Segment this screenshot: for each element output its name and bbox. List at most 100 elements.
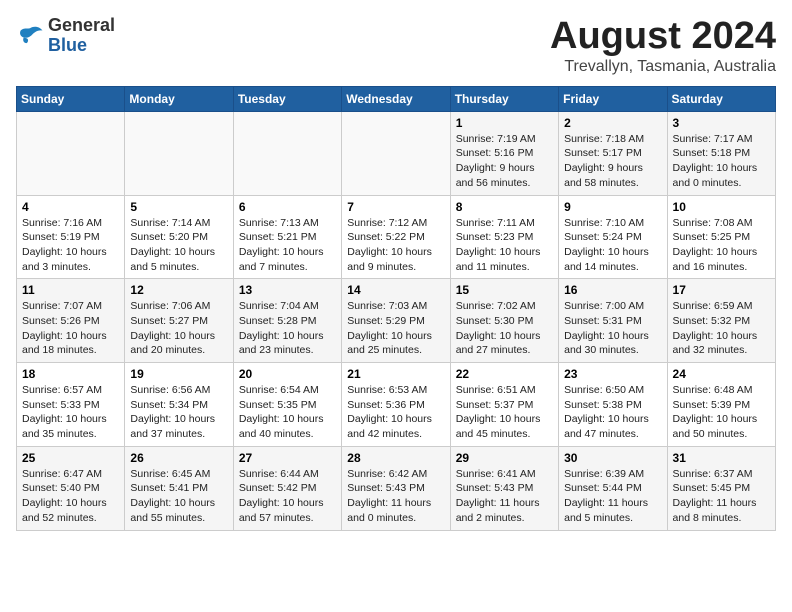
calendar-day-cell [17, 111, 125, 195]
day-info: Sunrise: 7:08 AMSunset: 5:25 PMDaylight:… [673, 216, 770, 275]
calendar-day-cell: 4 Sunrise: 7:16 AMSunset: 5:19 PMDaylight… [17, 195, 125, 279]
day-info: Sunrise: 7:19 AMSunset: 5:16 PMDaylight:… [456, 132, 553, 191]
day-info: Sunrise: 7:11 AMSunset: 5:23 PMDaylight:… [456, 216, 553, 275]
day-of-week-header: Wednesday [342, 86, 450, 111]
day-number: 24 [673, 367, 770, 381]
day-number: 19 [130, 367, 227, 381]
logo-bird-icon [16, 24, 44, 48]
day-info: Sunrise: 6:57 AMSunset: 5:33 PMDaylight:… [22, 383, 119, 442]
day-number: 14 [347, 283, 444, 297]
calendar-day-cell [125, 111, 233, 195]
calendar-day-cell [342, 111, 450, 195]
calendar-table: SundayMondayTuesdayWednesdayThursdayFrid… [16, 86, 776, 531]
calendar-day-cell: 25 Sunrise: 6:47 AMSunset: 5:40 PMDayligh… [17, 446, 125, 530]
day-number: 2 [564, 116, 661, 130]
day-number: 9 [564, 200, 661, 214]
day-info: Sunrise: 7:00 AMSunset: 5:31 PMDaylight:… [564, 299, 661, 358]
day-number: 29 [456, 451, 553, 465]
day-info: Sunrise: 6:45 AMSunset: 5:41 PMDaylight:… [130, 467, 227, 526]
calendar-day-cell: 18 Sunrise: 6:57 AMSunset: 5:33 PMDayligh… [17, 363, 125, 447]
day-info: Sunrise: 7:03 AMSunset: 5:29 PMDaylight:… [347, 299, 444, 358]
calendar-day-cell: 22 Sunrise: 6:51 AMSunset: 5:37 PMDayligh… [450, 363, 558, 447]
calendar-day-cell: 16 Sunrise: 7:00 AMSunset: 5:31 PMDayligh… [559, 279, 667, 363]
month-year-title: August 2024 [550, 16, 776, 58]
day-info: Sunrise: 7:04 AMSunset: 5:28 PMDaylight:… [239, 299, 336, 358]
day-info: Sunrise: 7:12 AMSunset: 5:22 PMDaylight:… [347, 216, 444, 275]
day-of-week-header: Friday [559, 86, 667, 111]
day-info: Sunrise: 7:17 AMSunset: 5:18 PMDaylight:… [673, 132, 770, 191]
day-number: 4 [22, 200, 119, 214]
calendar-day-cell: 10Sunrise: 7:08 AMSunset: 5:25 PMDayligh… [667, 195, 775, 279]
day-number: 13 [239, 283, 336, 297]
calendar-day-cell: 19 Sunrise: 6:56 AMSunset: 5:34 PMDayligh… [125, 363, 233, 447]
day-number: 7 [347, 200, 444, 214]
calendar-day-cell: 11Sunrise: 7:07 AMSunset: 5:26 PMDayligh… [17, 279, 125, 363]
day-number: 8 [456, 200, 553, 214]
calendar-day-cell: 21Sunrise: 6:53 AMSunset: 5:36 PMDayligh… [342, 363, 450, 447]
day-info: Sunrise: 7:14 AMSunset: 5:20 PMDaylight:… [130, 216, 227, 275]
day-of-week-header: Thursday [450, 86, 558, 111]
day-number: 6 [239, 200, 336, 214]
calendar-day-cell: 28Sunrise: 6:42 AMSunset: 5:43 PMDayligh… [342, 446, 450, 530]
day-number: 5 [130, 200, 227, 214]
calendar-week-row: 18 Sunrise: 6:57 AMSunset: 5:33 PMDayligh… [17, 363, 776, 447]
calendar-day-cell: 20 Sunrise: 6:54 AMSunset: 5:35 PMDayligh… [233, 363, 341, 447]
calendar-day-cell: 24 Sunrise: 6:48 AMSunset: 5:39 PMDayligh… [667, 363, 775, 447]
calendar-week-row: 1 Sunrise: 7:19 AMSunset: 5:16 PMDaylight… [17, 111, 776, 195]
day-number: 26 [130, 451, 227, 465]
day-number: 15 [456, 283, 553, 297]
day-number: 20 [239, 367, 336, 381]
day-number: 22 [456, 367, 553, 381]
title-block: August 2024 Trevallyn, Tasmania, Austral… [550, 16, 776, 76]
calendar-day-cell: 14 Sunrise: 7:03 AMSunset: 5:29 PMDayligh… [342, 279, 450, 363]
day-number: 30 [564, 451, 661, 465]
day-number: 11 [22, 283, 119, 297]
day-number: 23 [564, 367, 661, 381]
day-info: Sunrise: 6:42 AMSunset: 5:43 PMDaylight:… [347, 467, 444, 526]
day-info: Sunrise: 7:10 AMSunset: 5:24 PMDaylight:… [564, 216, 661, 275]
calendar-day-cell: 6Sunrise: 7:13 AMSunset: 5:21 PMDaylight… [233, 195, 341, 279]
day-info: Sunrise: 6:44 AMSunset: 5:42 PMDaylight:… [239, 467, 336, 526]
day-info: Sunrise: 6:59 AMSunset: 5:32 PMDaylight:… [673, 299, 770, 358]
day-number: 12 [130, 283, 227, 297]
day-number: 16 [564, 283, 661, 297]
calendar-header-row: SundayMondayTuesdayWednesdayThursdayFrid… [17, 86, 776, 111]
day-info: Sunrise: 7:16 AMSunset: 5:19 PMDaylight:… [22, 216, 119, 275]
calendar-day-cell: 9 Sunrise: 7:10 AMSunset: 5:24 PMDaylight… [559, 195, 667, 279]
calendar-day-cell: 31Sunrise: 6:37 AMSunset: 5:45 PMDayligh… [667, 446, 775, 530]
calendar-day-cell: 26 Sunrise: 6:45 AMSunset: 5:41 PMDayligh… [125, 446, 233, 530]
page-header: General Blue August 2024 Trevallyn, Tasm… [16, 16, 776, 76]
day-info: Sunrise: 7:18 AMSunset: 5:17 PMDaylight:… [564, 132, 661, 191]
day-number: 17 [673, 283, 770, 297]
day-number: 25 [22, 451, 119, 465]
calendar-day-cell: 8 Sunrise: 7:11 AMSunset: 5:23 PMDaylight… [450, 195, 558, 279]
calendar-day-cell: 12Sunrise: 7:06 AMSunset: 5:27 PMDayligh… [125, 279, 233, 363]
day-info: Sunrise: 6:41 AMSunset: 5:43 PMDaylight:… [456, 467, 553, 526]
calendar-day-cell: 29 Sunrise: 6:41 AMSunset: 5:43 PMDayligh… [450, 446, 558, 530]
day-info: Sunrise: 7:02 AMSunset: 5:30 PMDaylight:… [456, 299, 553, 358]
day-number: 27 [239, 451, 336, 465]
calendar-week-row: 25 Sunrise: 6:47 AMSunset: 5:40 PMDayligh… [17, 446, 776, 530]
day-of-week-header: Monday [125, 86, 233, 111]
day-number: 18 [22, 367, 119, 381]
day-info: Sunrise: 6:47 AMSunset: 5:40 PMDaylight:… [22, 467, 119, 526]
calendar-week-row: 4 Sunrise: 7:16 AMSunset: 5:19 PMDaylight… [17, 195, 776, 279]
day-info: Sunrise: 6:56 AMSunset: 5:34 PMDaylight:… [130, 383, 227, 442]
calendar-week-row: 11Sunrise: 7:07 AMSunset: 5:26 PMDayligh… [17, 279, 776, 363]
day-info: Sunrise: 6:39 AMSunset: 5:44 PMDaylight:… [564, 467, 661, 526]
calendar-day-cell [233, 111, 341, 195]
day-of-week-header: Sunday [17, 86, 125, 111]
calendar-day-cell: 15 Sunrise: 7:02 AMSunset: 5:30 PMDayligh… [450, 279, 558, 363]
day-info: Sunrise: 6:54 AMSunset: 5:35 PMDaylight:… [239, 383, 336, 442]
day-info: Sunrise: 6:50 AMSunset: 5:38 PMDaylight:… [564, 383, 661, 442]
day-info: Sunrise: 6:51 AMSunset: 5:37 PMDaylight:… [456, 383, 553, 442]
calendar-day-cell: 2 Sunrise: 7:18 AMSunset: 5:17 PMDaylight… [559, 111, 667, 195]
day-info: Sunrise: 6:48 AMSunset: 5:39 PMDaylight:… [673, 383, 770, 442]
logo: General Blue [16, 16, 115, 56]
calendar-day-cell: 23 Sunrise: 6:50 AMSunset: 5:38 PMDayligh… [559, 363, 667, 447]
calendar-day-cell: 7 Sunrise: 7:12 AMSunset: 5:22 PMDaylight… [342, 195, 450, 279]
calendar-day-cell: 5 Sunrise: 7:14 AMSunset: 5:20 PMDaylight… [125, 195, 233, 279]
calendar-day-cell: 30 Sunrise: 6:39 AMSunset: 5:44 PMDayligh… [559, 446, 667, 530]
day-number: 31 [673, 451, 770, 465]
day-number: 1 [456, 116, 553, 130]
